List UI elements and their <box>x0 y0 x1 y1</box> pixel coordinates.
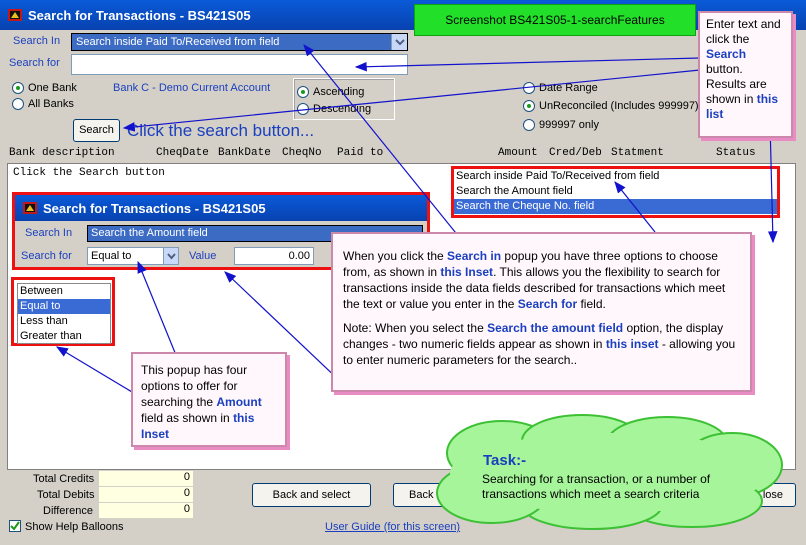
arrow-to-search-button <box>122 69 701 132</box>
note-highlight: Amount <box>216 395 262 409</box>
note-text: Enter text and click the <box>706 17 781 46</box>
enter-text-note: Enter text and click the Search button. … <box>698 11 793 138</box>
note-text: field as shown in <box>141 411 234 425</box>
note-highlight: Search the amount field <box>487 321 624 335</box>
task-text: Searching for a transaction, or a number… <box>482 472 711 501</box>
note-highlight: Search <box>706 47 747 61</box>
popup-note: This popup has four options to offer for… <box>131 352 287 447</box>
arrow-to-operator-list <box>55 346 143 399</box>
arrow-to-options-inset <box>614 181 656 233</box>
arrow-to-operator <box>137 260 179 361</box>
note-highlight: Search in <box>447 249 502 263</box>
task-title: Task:- <box>483 452 527 469</box>
note-text: Note: When you select the <box>343 321 488 335</box>
note-text: field. <box>577 297 606 311</box>
main-note-para1: When you click the Search in popup you h… <box>343 248 740 312</box>
note-highlight: this Inset <box>440 265 494 279</box>
note-text: When you click the <box>343 249 448 263</box>
main-note-para2: Note: When you select the Search the amo… <box>343 320 740 368</box>
main-note: When you click the Search in popup you h… <box>331 232 752 392</box>
note-highlight: this inset <box>605 337 659 351</box>
arrow-to-search-in <box>303 44 469 249</box>
arrow-to-search-for <box>354 57 701 72</box>
note-highlight: Search for <box>517 297 578 311</box>
arrow-to-results-list <box>767 121 778 244</box>
